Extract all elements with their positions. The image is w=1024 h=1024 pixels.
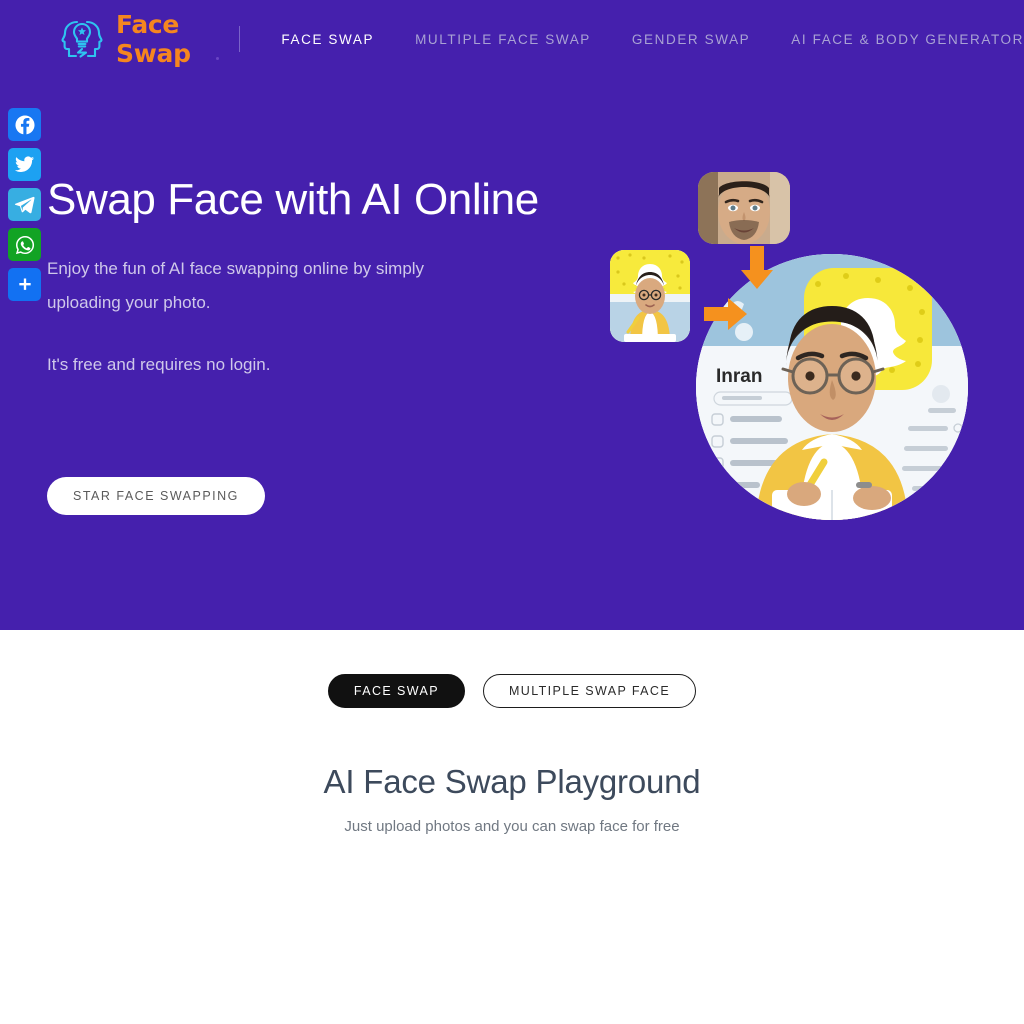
arrow-right-icon <box>704 297 748 336</box>
nav-item-multiple-face-swap[interactable]: MULTIPLE FACE SWAP <box>415 32 591 47</box>
plus-icon <box>15 275 35 295</box>
hero-paragraph: Enjoy the fun of AI face swapping online… <box>47 259 425 313</box>
share-facebook-button[interactable] <box>8 108 41 141</box>
hero-copy: Swap Face with AI Online Enjoy the fun o… <box>47 175 539 515</box>
header-divider <box>238 26 240 52</box>
playground-tabs: FACE SWAP MULTIPLE SWAP FACE <box>0 674 1024 708</box>
site-header: Face Swap FACE SWAP MULTIPLE FACE SWAP G… <box>0 0 1024 78</box>
hero-paragraph-secondary: It's free and requires no login. <box>47 354 271 374</box>
target-photo-thumbnail[interactable] <box>610 250 690 342</box>
nav-item-gender-swap[interactable]: GENDER SWAP <box>632 32 750 47</box>
social-share-rail <box>8 108 41 301</box>
twitter-icon <box>14 154 35 175</box>
svg-text:Inran: Inran <box>716 366 762 387</box>
tab-multiple-swap-face[interactable]: MULTIPLE SWAP FACE <box>482 674 697 708</box>
swapped-result-photo[interactable]: Inran <box>696 254 968 520</box>
source-face-photo[interactable] <box>698 172 790 244</box>
telegram-icon <box>14 194 35 215</box>
share-more-button[interactable] <box>8 268 41 301</box>
face-swap-logo-icon <box>56 13 108 65</box>
whatsapp-icon <box>14 234 36 256</box>
hero-section: Face Swap FACE SWAP MULTIPLE FACE SWAP G… <box>0 0 1024 630</box>
logo-accent-dot <box>216 57 219 60</box>
facebook-icon <box>14 114 36 136</box>
hero-title: Swap Face with AI Online <box>47 175 539 224</box>
hero-collage: Inran <box>600 160 1000 550</box>
start-face-swapping-button[interactable]: STAR FACE SWAPPING <box>47 477 265 515</box>
share-whatsapp-button[interactable] <box>8 228 41 261</box>
playground-section: FACE SWAP MULTIPLE SWAP FACE AI Face Swa… <box>0 630 1024 1024</box>
share-telegram-button[interactable] <box>8 188 41 221</box>
logo[interactable]: Face Swap <box>56 10 205 68</box>
main-nav: FACE SWAP MULTIPLE FACE SWAP GENDER SWAP… <box>281 32 1024 47</box>
logo-text: Face Swap <box>116 10 191 68</box>
share-twitter-button[interactable] <box>8 148 41 181</box>
arrow-down-icon <box>740 246 774 295</box>
playground-subtitle: Just upload photos and you can swap face… <box>344 818 680 835</box>
nav-item-face-swap[interactable]: FACE SWAP <box>281 32 374 47</box>
playground-title: AI Face Swap Playground <box>323 763 701 800</box>
nav-item-ai-face-body-generator[interactable]: AI FACE & BODY GENERATOR <box>791 32 1024 47</box>
tab-face-swap[interactable]: FACE SWAP <box>327 674 465 708</box>
